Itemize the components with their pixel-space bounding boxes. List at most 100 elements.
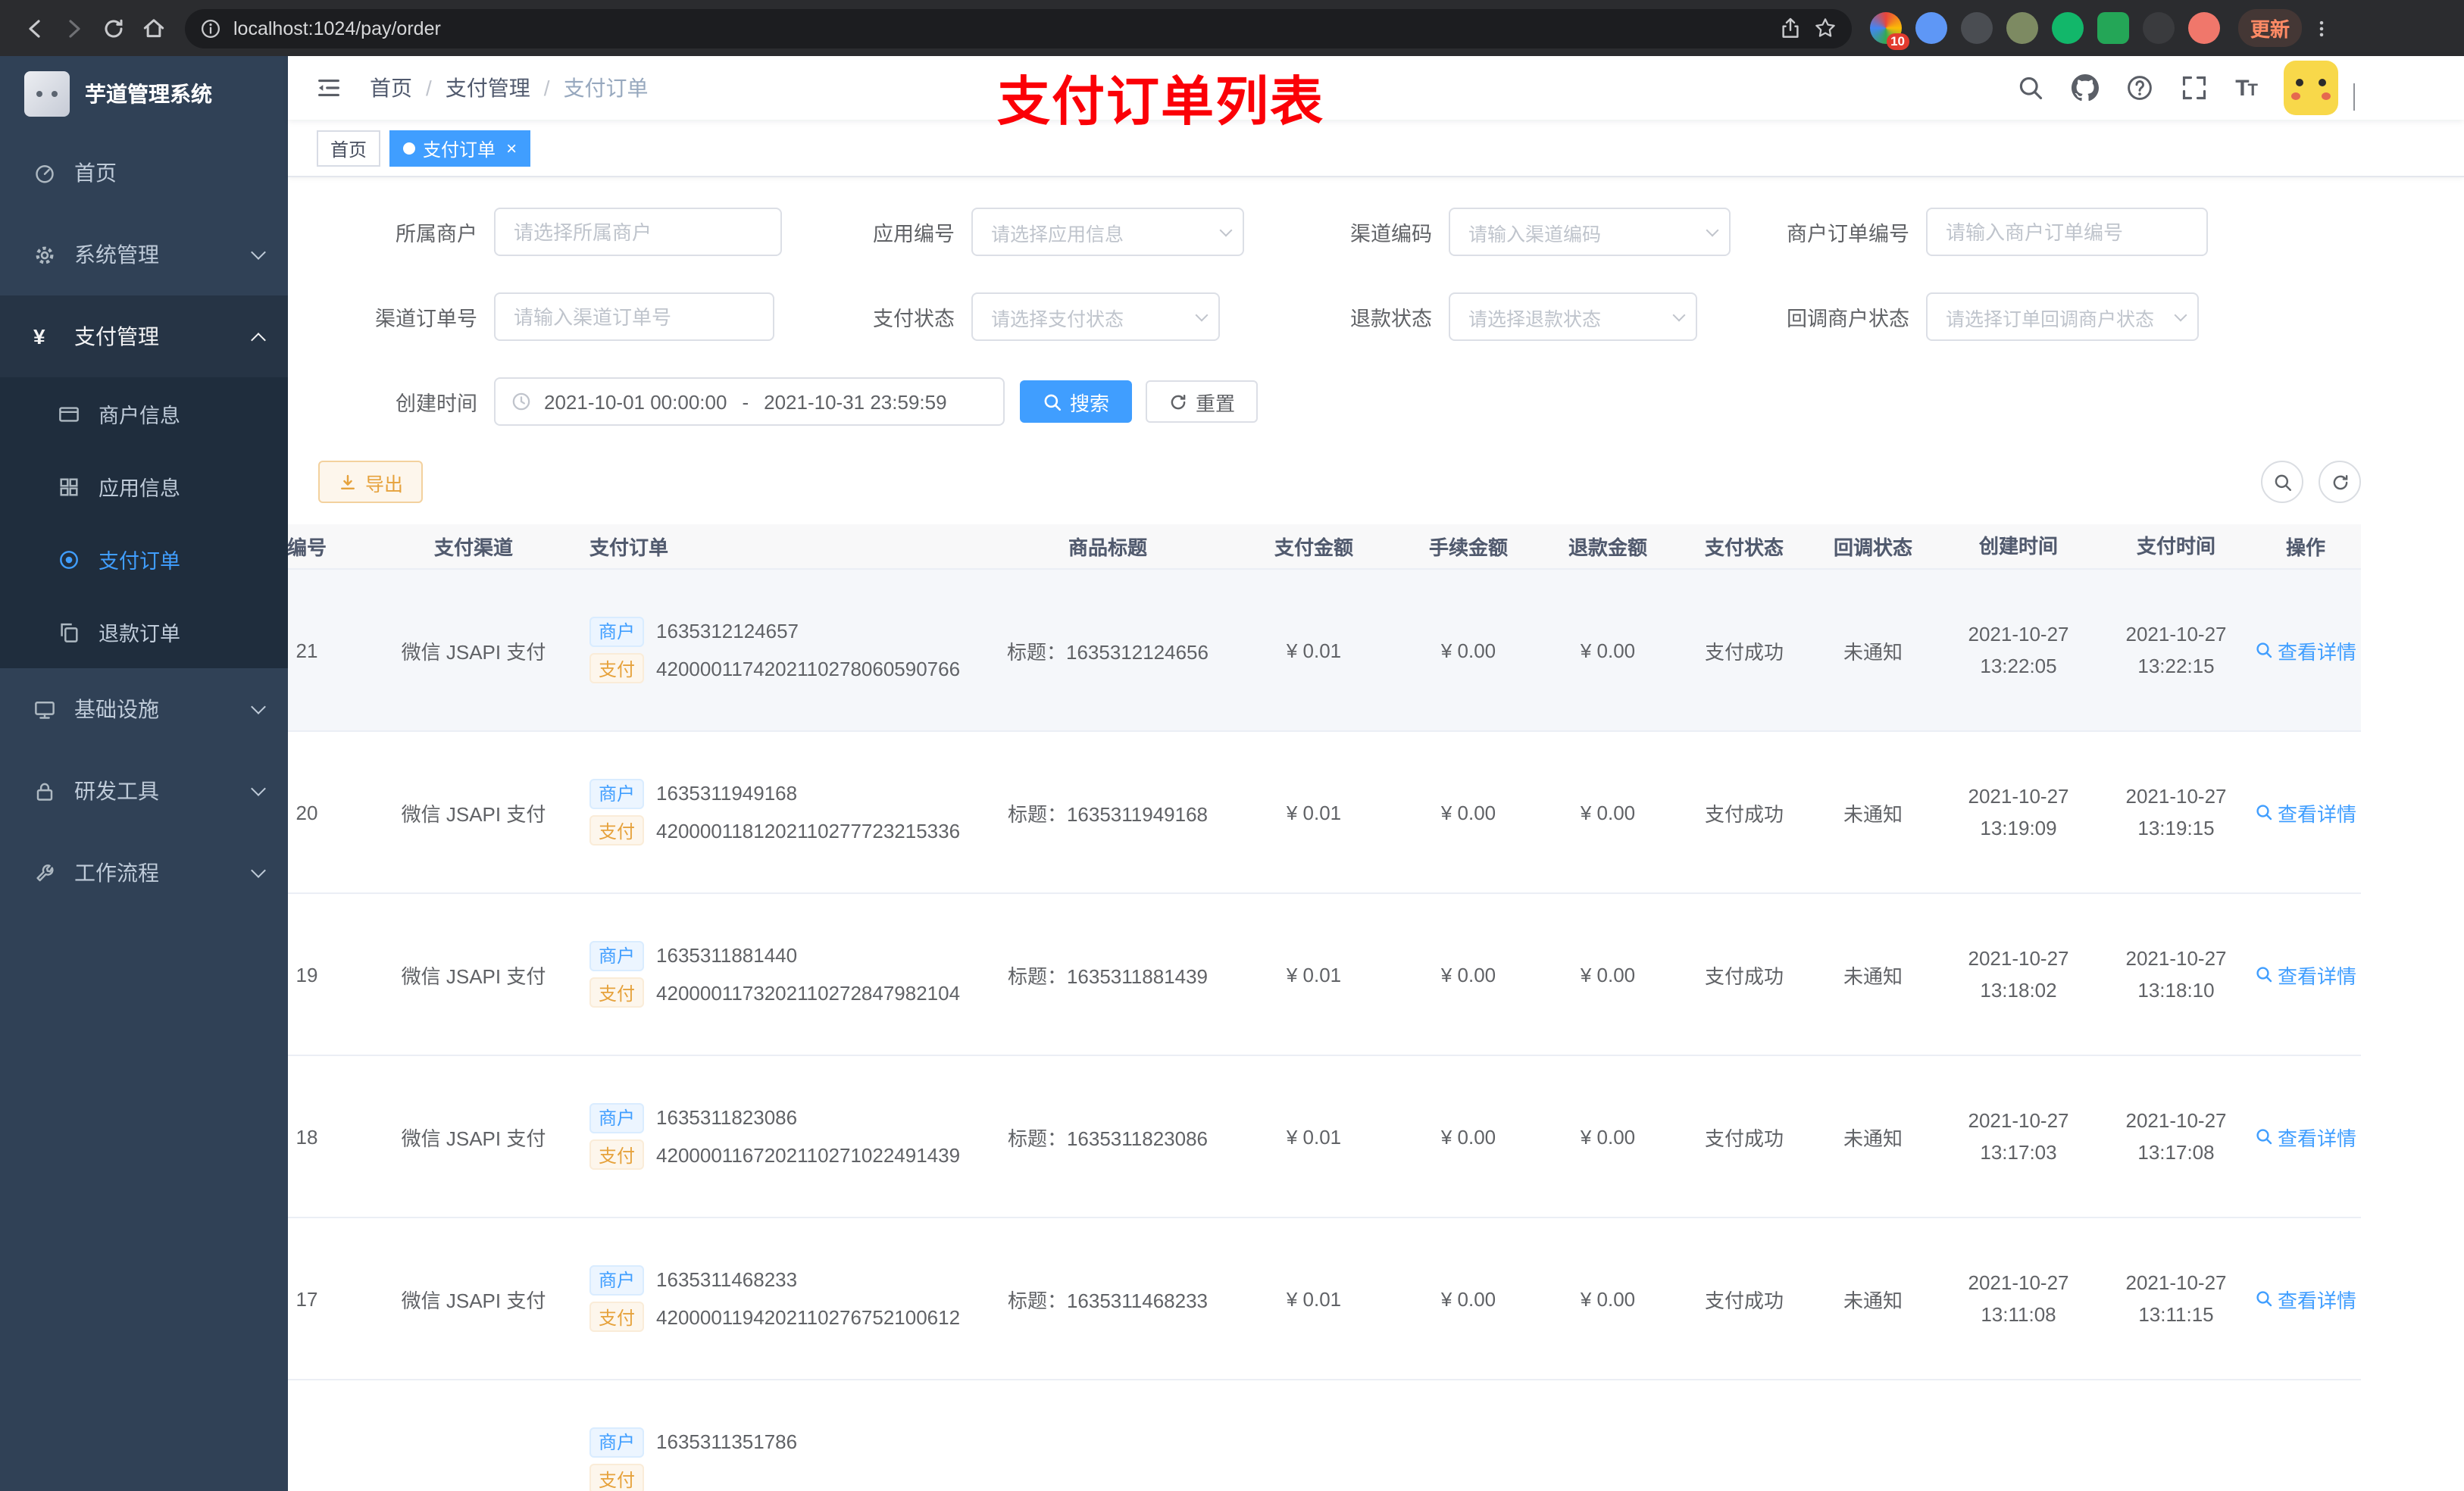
grid-icon [58, 475, 80, 498]
breadcrumb-home[interactable]: 首页 [370, 73, 412, 103]
table-row: 商户 1635311351786 支付 [288, 1380, 2361, 1491]
pay-order-no: 4200001181202110277723215336 [656, 819, 961, 842]
pay-tag: 支付 [589, 1302, 645, 1333]
tab-pay-order[interactable]: 支付订单 × [389, 130, 531, 167]
extension-face-icon[interactable] [2188, 12, 2220, 44]
back-icon[interactable] [15, 8, 55, 48]
browser-menu-icon[interactable] [2311, 16, 2332, 40]
fullscreen-icon[interactable] [2181, 74, 2208, 102]
merchant-tag: 商户 [589, 1264, 645, 1296]
lock-icon [33, 780, 56, 802]
channel-order-label: 渠道订单号 [375, 308, 477, 330]
sidebar-item-merchant-info[interactable]: 商户信息 [0, 377, 288, 450]
pay-order-no: 4200001174202110278060590766 [656, 657, 961, 680]
refund-status-label: 退款状态 [1350, 308, 1432, 330]
channel-order-input[interactable] [494, 292, 774, 341]
github-icon[interactable] [2072, 74, 2100, 102]
tab-home[interactable]: 首页 [317, 130, 381, 167]
sidebar-item-refund-order[interactable]: 退款订单 [0, 595, 288, 668]
merchant-order-no: 1635311949168 [656, 782, 798, 805]
search-button[interactable]: 搜索 [1020, 380, 1133, 423]
breadcrumb-section[interactable]: 支付管理 [446, 73, 530, 103]
export-button[interactable]: 导出 [318, 461, 424, 503]
create-time-range-picker[interactable]: 2021-10-01 00:00:00 - 2021-10-31 23:59:5… [494, 377, 1005, 426]
pay-tag: 支付 [589, 653, 645, 684]
channel-code-select[interactable]: 请输入渠道编码 [1449, 208, 1731, 256]
home-icon[interactable] [133, 8, 173, 48]
bookmark-star-icon[interactable] [1814, 17, 1837, 39]
merchant-order-no: 1635311823086 [656, 1106, 798, 1130]
view-detail-link[interactable]: 查看详情 [2255, 1284, 2356, 1313]
sidebar-item-workflow[interactable]: 工作流程 [0, 832, 288, 914]
card-icon [58, 402, 80, 425]
avatar[interactable] [2284, 61, 2338, 115]
monitor-icon [33, 698, 56, 720]
font-size-icon[interactable]: TT [2235, 75, 2258, 101]
extension-green-check-icon[interactable] [2052, 12, 2084, 44]
payment-submenu: 商户信息 应用信息 支付订单 退款订单 [0, 377, 288, 668]
merchant-order-no: 1635312124657 [656, 620, 799, 643]
sidebar-fold-icon[interactable] [312, 71, 346, 105]
record-circle-icon [58, 548, 80, 570]
pay-tag: 支付 [589, 815, 645, 846]
callback-status-select[interactable]: 请选择订单回调商户状态 [1926, 292, 2199, 341]
merchant-order-no: 1635311351786 [656, 1430, 798, 1454]
extensions-row: 10 [1870, 12, 2220, 50]
merchant-order-no: 1635311468233 [656, 1268, 798, 1292]
extension-olive-icon[interactable] [2006, 12, 2038, 44]
share-icon[interactable] [1779, 17, 1802, 39]
create-time-label: 创建时间 [396, 392, 477, 415]
merchant-label: 所属商户 [396, 223, 477, 245]
avatar-caret-icon[interactable] [2353, 83, 2355, 111]
sidebar-item-app-info[interactable]: 应用信息 [0, 450, 288, 523]
table-header-row: 编号 支付渠道 支付订单 商品标题 支付金额 手续金额 退款金额 支付状态 回调… [288, 524, 2361, 570]
extension-blue-drop-icon[interactable] [1915, 12, 1947, 44]
sidebar-item-payment[interactable]: ¥ 支付管理 [0, 295, 288, 377]
forward-icon[interactable] [55, 8, 94, 48]
view-detail-link[interactable]: 查看详情 [2255, 1122, 2356, 1151]
merchant-input[interactable] [494, 208, 782, 256]
view-detail-link[interactable]: 查看详情 [2255, 636, 2356, 664]
sidebar-item-pay-order[interactable]: 支付订单 [0, 523, 288, 595]
orders-table: 编号 支付渠道 支付订单 商品标题 支付金额 手续金额 退款金额 支付状态 回调… [288, 524, 2464, 1491]
dashboard-icon [33, 161, 56, 184]
app-id-select[interactable]: 请选择应用信息 [971, 208, 1244, 256]
reload-icon[interactable] [94, 8, 133, 48]
pay-order-no: 4200001167202110271022491439 [656, 1143, 961, 1167]
extension-colorful-icon[interactable]: 10 [1870, 12, 1909, 50]
extension-dark-icon[interactable] [1961, 12, 1993, 44]
reset-button[interactable]: 重置 [1146, 380, 1259, 423]
sidebar-logo[interactable]: 芋道管理系统 [0, 56, 288, 132]
sidebar-item-system[interactable]: 系统管理 [0, 214, 288, 295]
chevron-down-icon [1219, 223, 1233, 236]
view-detail-link[interactable]: 查看详情 [2255, 798, 2356, 827]
table-row: 19 微信 JSAPI 支付 商户 1635311881440 支付 4200001… [288, 894, 2361, 1056]
extension-green-chat-icon[interactable] [2097, 12, 2129, 44]
merchant-tag: 商户 [589, 1427, 645, 1458]
sidebar-item-home[interactable]: 首页 [0, 132, 288, 214]
merchant-order-input[interactable] [1926, 208, 2208, 256]
refresh-button[interactable] [2319, 461, 2361, 503]
merchant-order-label: 商户订单编号 [1787, 223, 1909, 245]
help-icon[interactable] [2126, 74, 2153, 102]
logo-title: 芋道管理系统 [85, 82, 212, 106]
browser-update-button[interactable]: 更新 [2238, 9, 2303, 47]
extension-pin-icon[interactable] [2143, 12, 2175, 44]
pay-status-select[interactable]: 请选择支付状态 [971, 292, 1220, 341]
table-row: 17 微信 JSAPI 支付 商户 1635311468233 支付 4200001… [288, 1218, 2361, 1380]
sidebar-item-infrastructure[interactable]: 基础设施 [0, 668, 288, 750]
address-bar[interactable]: localhost:1024/pay/order [185, 8, 1852, 48]
search-icon[interactable] [2017, 74, 2044, 102]
callback-status-label: 回调商户状态 [1787, 308, 1909, 330]
sidebar-item-dev-tools[interactable]: 研发工具 [0, 750, 288, 832]
channel-code-label: 渠道编码 [1350, 223, 1432, 245]
table-row: 21 微信 JSAPI 支付 商户 1635312124657 支付 4200001… [288, 570, 2361, 732]
chevron-up-icon [251, 332, 266, 347]
close-icon[interactable]: × [506, 139, 517, 158]
refund-status-select[interactable]: 请选择退款状态 [1449, 292, 1697, 341]
toggle-search-button[interactable] [2261, 461, 2303, 503]
view-detail-link[interactable]: 查看详情 [2255, 960, 2356, 989]
site-info-icon[interactable] [200, 17, 221, 39]
table-row: 20 微信 JSAPI 支付 商户 1635311949168 支付 4200001… [288, 732, 2361, 894]
tags-view-bar: 首页 支付订单 × [288, 120, 2464, 177]
